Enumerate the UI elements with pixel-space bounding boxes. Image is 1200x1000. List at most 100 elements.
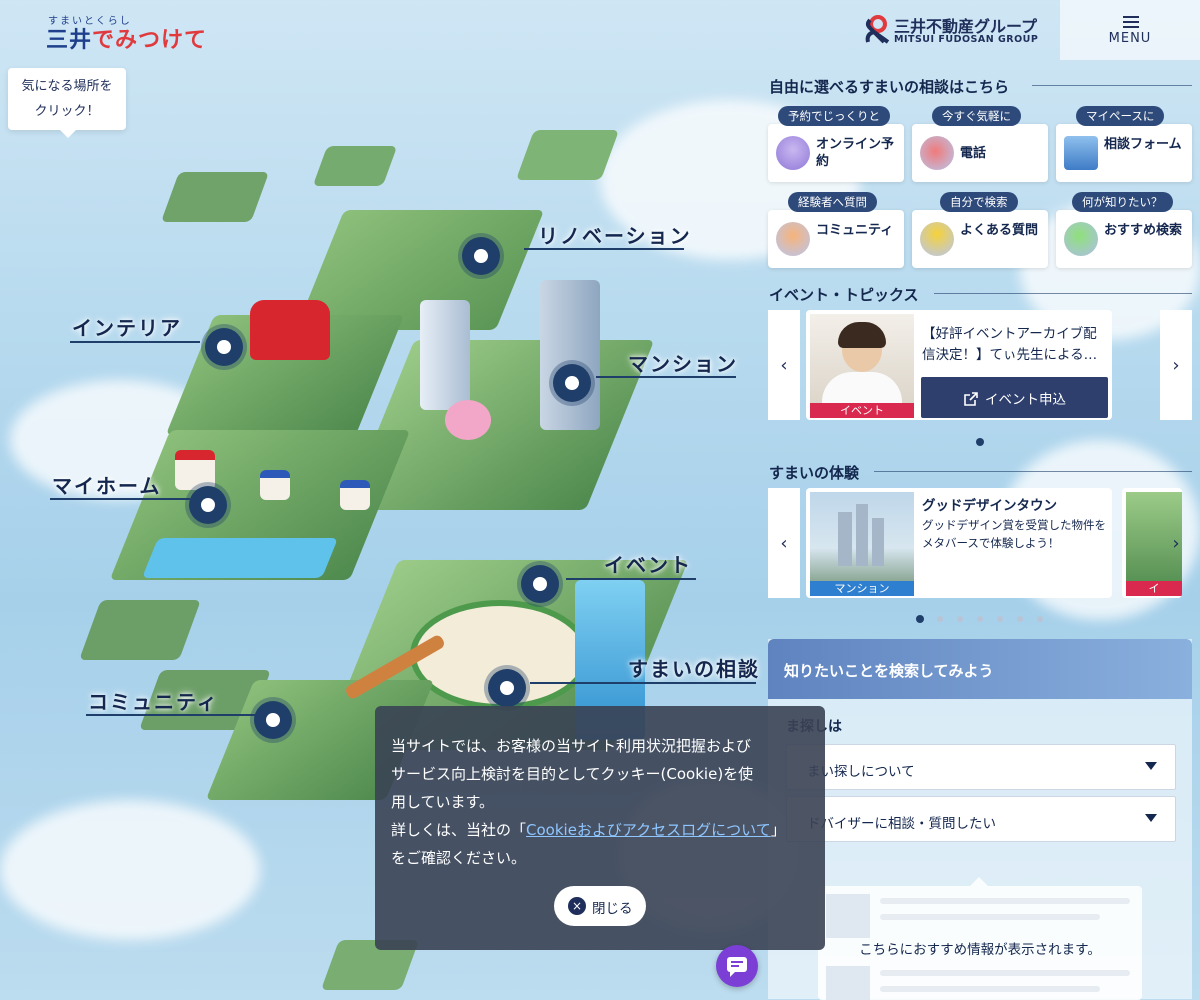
community-label[interactable]: コミュニティ: [88, 686, 219, 715]
experience-pager-dot[interactable]: [937, 616, 943, 622]
consult-tag: 何が知りたい？: [1072, 192, 1173, 212]
experience-card[interactable]: マンション グッドデザインタウン グッドデザイン賞を受賞した物件をメタバースで体…: [806, 488, 1112, 598]
cookie-text-post: 」: [770, 821, 786, 839]
consult-online-reservation[interactable]: オンライン予約: [768, 124, 904, 182]
building: [838, 512, 852, 566]
mansion-pin[interactable]: [553, 364, 591, 402]
myhome-pin[interactable]: [189, 486, 227, 524]
search-title: 知りたいことを検索してみよう: [784, 662, 994, 680]
renovation-pin[interactable]: [462, 237, 500, 275]
site-logo[interactable]: 三井でみつけて: [46, 22, 207, 54]
online-reservation-icon: [776, 136, 810, 170]
logo-text-red: でみつけて: [92, 28, 208, 53]
menu-label: MENU: [1108, 31, 1152, 46]
events-next-arrow[interactable]: ›: [1160, 310, 1192, 420]
consult-label: 電話: [960, 146, 987, 161]
mitsui-group-logo[interactable]: 三井不動産グループ MITSUI FUDOSAN GROUP: [862, 12, 1052, 48]
select-value: ドバイザーに相談・質問したい: [807, 816, 996, 832]
consult-recommend-search[interactable]: おすすめ検索: [1056, 210, 1192, 268]
house: [175, 450, 215, 490]
chat-button[interactable]: [716, 945, 758, 987]
event-pin[interactable]: [521, 565, 559, 603]
consult-form[interactable]: 相談フォーム: [1056, 124, 1192, 182]
consult-phone[interactable]: 電話: [912, 124, 1048, 182]
event-apply-label: イベント申込: [985, 391, 1066, 408]
cookie-message: 当サイトでは、お客様の当サイト利用状況把握および サービス向上検討を目的としてク…: [391, 732, 811, 872]
interior-label[interactable]: インテリア: [72, 312, 182, 341]
experience-section-line: [874, 471, 1192, 472]
consult-faq[interactable]: よくある質問: [912, 210, 1048, 268]
interior-label-line: [70, 341, 200, 343]
consult-label: コミュニティ: [816, 223, 894, 238]
cookie-close-button[interactable]: × 閉じる: [554, 886, 646, 926]
cherry-tree: [445, 400, 491, 440]
close-icon: ×: [568, 897, 586, 915]
pool: [141, 538, 339, 578]
faq-icon: [920, 222, 954, 256]
consult-tag: マイペースに: [1076, 106, 1165, 126]
menu-button[interactable]: MENU: [1060, 0, 1200, 60]
consult-label[interactable]: すまいの相談: [628, 653, 760, 682]
consult-tag: 今すぐ気軽に: [932, 106, 1021, 126]
placeholder-thumbnail: [826, 966, 870, 1000]
group-name-en: MITSUI FUDOSAN GROUP: [894, 34, 1039, 45]
placeholder-line: [880, 898, 1130, 904]
mansion-tower: [420, 300, 470, 410]
cookie-text-pre: 詳しくは、当社の「: [391, 821, 527, 839]
event-apply-button[interactable]: イベント申込: [921, 377, 1108, 418]
events-pager-dot[interactable]: [976, 438, 984, 446]
renovation-label[interactable]: リノベーション: [538, 220, 692, 249]
cookie-policy-link[interactable]: Cookieおよびアクセスログについて: [526, 821, 771, 839]
community-icon: [776, 222, 810, 256]
experience-pager-dot[interactable]: [916, 615, 924, 623]
cookie-close-label: 閉じる: [592, 901, 633, 917]
events-section-line: [934, 293, 1192, 294]
interior-pin[interactable]: [205, 328, 243, 366]
mansion-label[interactable]: マンション: [628, 348, 738, 377]
mansion-label-line: [596, 376, 736, 378]
floating-island: [160, 172, 270, 222]
experience-prev-arrow[interactable]: ‹: [768, 488, 800, 598]
cookie-banner: 当サイトでは、お客様の当サイト利用状況把握および サービス向上検討を目的としてク…: [375, 706, 825, 950]
myhome-label-line: [50, 498, 190, 500]
event-card[interactable]: イベント 【好評イベントアーカイブ配信決定！】てぃ先生による… イベント申込: [806, 310, 1112, 420]
myhome-label[interactable]: マイホーム: [52, 470, 161, 499]
caret-down-icon: [1145, 762, 1157, 770]
house: [260, 470, 290, 500]
building: [872, 518, 884, 566]
events-prev-arrow[interactable]: ‹: [768, 310, 800, 420]
consult-label: おすすめ検索: [1104, 223, 1183, 238]
search-topic-select[interactable]: ドバイザーに相談・質問したい: [786, 796, 1176, 842]
site-header: すまいとくらし 三井でみつけて 三井不動産グループ MITSUI FUDOSAN…: [0, 0, 1200, 60]
person-figure: [838, 322, 886, 348]
experience-pager-dot[interactable]: [997, 616, 1003, 622]
recommendation-text: こちらにおすすめ情報が表示されます。: [859, 942, 1101, 958]
consult-section-title: 自由に選べるすまいの相談はこちら: [769, 78, 1010, 96]
consult-community[interactable]: コミュニティ: [768, 210, 904, 268]
experience-next-arrow[interactable]: ›: [1160, 488, 1192, 598]
cookie-text: 用しています。: [391, 793, 495, 811]
event-title: 【好評イベントアーカイブ配信決定！】てぃ先生による…: [922, 326, 1098, 363]
recommendation-placeholder: こちらにおすすめ情報が表示されます。: [818, 877, 1142, 1000]
recommend-search-icon: [1064, 222, 1098, 256]
experience-pager-dot[interactable]: [1037, 616, 1043, 622]
cookie-text: 当サイトでは、お客様の当サイト利用状況把握および: [391, 737, 752, 755]
consult-label-line: [530, 682, 756, 684]
event-label[interactable]: イベント: [604, 549, 692, 578]
caret-down-icon: [1145, 814, 1157, 822]
experience-title: グッドデザインタウン: [922, 498, 1057, 514]
search-category-select[interactable]: まい探しについて: [786, 744, 1176, 790]
community-pin[interactable]: [254, 701, 292, 739]
experience-badge: マンション: [810, 581, 914, 596]
consult-tag: 予約でじっくりと: [778, 106, 890, 126]
form-icon: [1064, 136, 1098, 170]
experience-pager-dot[interactable]: [957, 616, 963, 622]
cookie-text: サービス向上検討を目的としてクッキー(Cookie)を使: [391, 765, 754, 783]
phone-icon: [920, 136, 954, 170]
event-photo: [810, 314, 914, 416]
experience-pager-dot[interactable]: [1017, 616, 1023, 622]
experience-pager-dot[interactable]: [977, 616, 983, 622]
consult-pin[interactable]: [488, 669, 526, 707]
floating-island: [515, 130, 620, 180]
placeholder-line: [880, 970, 1130, 976]
